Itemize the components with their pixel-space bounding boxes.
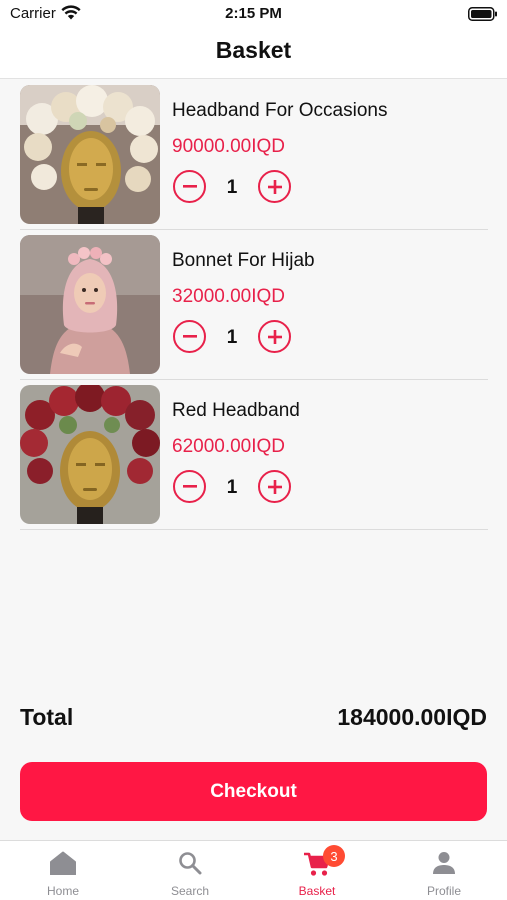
search-icon xyxy=(178,851,202,880)
product-price: 62000.00IQD xyxy=(172,436,286,457)
product-image[interactable] xyxy=(20,385,160,524)
total-label: Total xyxy=(20,704,74,730)
tab-basket[interactable]: 3 Basket xyxy=(254,841,380,900)
tab-label: Profile xyxy=(426,884,461,898)
increase-quantity-button[interactable] xyxy=(258,470,291,503)
minus-icon xyxy=(182,335,197,338)
basket-list: Headband For Occasions 90000.00IQD 1 Bon… xyxy=(20,80,488,530)
product-image[interactable] xyxy=(20,235,160,374)
status-time: 2:15 PM xyxy=(225,5,282,22)
minus-icon xyxy=(182,185,197,188)
tab-label: Basket xyxy=(298,884,336,898)
quantity-value: 1 xyxy=(226,177,238,198)
product-name: Headband For Occasions xyxy=(172,100,388,121)
basket-item: Red Headband 62000.00IQD 1 xyxy=(20,380,488,530)
page-title: Basket xyxy=(215,37,292,63)
cart-count-badge: 3 xyxy=(323,845,345,867)
tab-label: Home xyxy=(46,884,79,898)
home-icon xyxy=(50,851,76,880)
status-bar: Carrier 2:15 PM xyxy=(0,0,507,30)
quantity-value: 1 xyxy=(226,327,238,348)
product-price: 90000.00IQD xyxy=(172,136,286,157)
plus-icon xyxy=(267,179,282,194)
basket-item: Headband For Occasions 90000.00IQD 1 xyxy=(20,80,488,230)
product-price: 32000.00IQD xyxy=(172,286,286,307)
minus-icon xyxy=(182,485,197,488)
total-value: 184000.00IQD xyxy=(337,704,487,730)
product-name: Red Headband xyxy=(172,400,300,421)
tab-label: Search xyxy=(170,884,210,898)
tab-profile[interactable]: Profile xyxy=(381,841,507,900)
plus-icon xyxy=(267,329,282,344)
nav-bar: Basket xyxy=(0,30,507,79)
checkout-button[interactable]: Checkout xyxy=(20,762,487,821)
total-row: Total 184000.00IQD xyxy=(20,704,487,734)
decrease-quantity-button[interactable] xyxy=(173,320,206,353)
tab-home[interactable]: Home xyxy=(0,841,126,900)
product-name: Bonnet For Hijab xyxy=(172,250,315,271)
quantity-value: 1 xyxy=(226,477,238,498)
increase-quantity-button[interactable] xyxy=(258,320,291,353)
tab-bar: Home Search 3 Basket Profile xyxy=(0,840,507,900)
increase-quantity-button[interactable] xyxy=(258,170,291,203)
plus-icon xyxy=(267,479,282,494)
decrease-quantity-button[interactable] xyxy=(173,470,206,503)
basket-item: Bonnet For Hijab 32000.00IQD 1 xyxy=(20,230,488,380)
tab-search[interactable]: Search xyxy=(127,841,253,900)
person-icon xyxy=(432,851,456,880)
battery-icon xyxy=(468,7,498,26)
product-image[interactable] xyxy=(20,85,160,224)
decrease-quantity-button[interactable] xyxy=(173,170,206,203)
